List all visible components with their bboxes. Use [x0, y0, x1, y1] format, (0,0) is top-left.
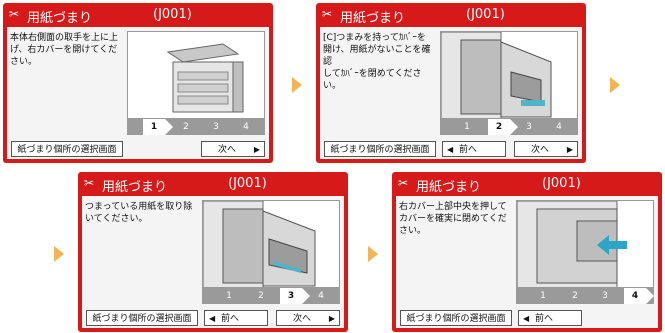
next-button[interactable]: 次へ ▶	[276, 310, 340, 326]
screen-title: 用紙づまり	[27, 11, 93, 26]
screen-body: 右カバー上部中央を押して カバーを確実に閉めてくだ さい。 1 2 3 4 紙づ…	[396, 196, 658, 328]
prev-button[interactable]: ◀ 前へ	[204, 310, 268, 326]
screen-body: つまっている用紙を取り除 いてください。 1 2 3 4 紙づまり個所の選択画面…	[82, 196, 344, 328]
instruction-text: 本体右側面の取手を上に上 げ、右カバーを開けてくだ さい。	[10, 33, 119, 67]
step-progress: 1 2 3 4	[202, 288, 340, 304]
screen-header: ✂ 用紙づまり (J001)	[316, 3, 586, 27]
error-code: (J001)	[466, 7, 505, 22]
step-progress: 1 2 3 4	[440, 119, 578, 135]
instruction-text: 右カバー上部中央を押して カバーを確実に閉めてくだ さい。	[399, 202, 507, 236]
prev-button[interactable]: ◀ 前へ	[518, 310, 582, 326]
step-progress: 1 2 3 4	[516, 288, 654, 304]
screen-title: 用紙づまり	[416, 180, 482, 195]
screen-header: ✂ 用紙づまり (J001)	[78, 172, 348, 196]
remove-paper-illustration	[202, 200, 340, 288]
instruction-text: つまっている用紙を取り除 いてください。	[85, 202, 193, 224]
next-label: 次へ	[293, 314, 312, 324]
sequence-arrow-icon	[368, 246, 378, 262]
triangle-left-icon: ◀	[447, 145, 454, 154]
triangle-left-icon: ◀	[523, 314, 530, 323]
error-code: (J001)	[153, 7, 192, 22]
sequence-arrow-icon	[54, 246, 64, 262]
step-indicator-1: 1	[143, 119, 173, 135]
jam-icon: ✂	[84, 176, 95, 190]
triangle-right-icon: ▶	[328, 314, 335, 323]
step-indicator-4: 4	[318, 291, 324, 301]
screen-title: 用紙づまり	[340, 11, 406, 26]
jam-icon: ✂	[9, 7, 20, 21]
step-indicator-1: 1	[464, 122, 470, 132]
step-indicator-2: 2	[572, 291, 578, 301]
next-button[interactable]: 次へ ▶	[514, 141, 578, 157]
triangle-left-icon: ◀	[209, 314, 216, 323]
select-jam-location-button[interactable]: 紙づまり個所の選択画面	[324, 141, 436, 157]
screen-body: 本体右側面の取手を上に上 げ、右カバーを開けてくだ さい。 1 2 3 4 紙づ…	[7, 27, 269, 159]
next-label: 次へ	[531, 145, 550, 155]
select-jam-location-button[interactable]: 紙づまり個所の選択画面	[11, 141, 123, 157]
screen-body: [C]つまみを持ってｶﾊﾞｰを 開け、用紙がないことを確認 してｶﾊﾞｰを閉めて…	[320, 27, 582, 159]
jam-screen-step3: ✂ 用紙づまり (J001) つまっている用紙を取り除 いてください。 1 2 …	[78, 172, 348, 332]
prev-button[interactable]: ◀ 前へ	[442, 141, 506, 157]
step-indicator-1: 1	[226, 291, 232, 301]
step-indicator-4: 4	[556, 122, 562, 132]
jam-icon: ✂	[398, 176, 409, 190]
step-indicator-2: 2	[183, 122, 189, 132]
screen-title: 用紙づまり	[102, 180, 168, 195]
error-code: (J001)	[542, 176, 581, 191]
select-jam-location-button[interactable]: 紙づまり個所の選択画面	[400, 310, 512, 326]
close-cover-illustration	[516, 200, 654, 288]
open-cover-illustration	[440, 31, 578, 119]
screen-header: ✂ 用紙づまり (J001)	[392, 172, 662, 196]
step-indicator-4: 4	[243, 122, 249, 132]
step-indicator-3: 3	[213, 122, 219, 132]
jam-icon: ✂	[322, 7, 333, 21]
error-code: (J001)	[228, 176, 267, 191]
step-indicator-2: 2	[488, 119, 518, 135]
triangle-right-icon: ▶	[566, 145, 573, 154]
sequence-arrow-icon	[292, 77, 302, 93]
step-indicator-3: 3	[280, 288, 310, 304]
next-button[interactable]: 次へ ▶	[201, 141, 265, 157]
sequence-arrow-icon	[610, 77, 620, 93]
instruction-text: [C]つまみを持ってｶﾊﾞｰを 開け、用紙がないことを確認 してｶﾊﾞｰを閉めて…	[323, 33, 431, 91]
step-progress: 1 2 3 4	[127, 119, 265, 135]
step-indicator-1: 1	[540, 291, 546, 301]
jam-screen-step1: ✂ 用紙づまり (J001) 本体右側面の取手を上に上 げ、右カバーを開けてくだ…	[3, 3, 273, 163]
prev-label: 前へ	[459, 145, 478, 155]
prev-label: 前へ	[221, 314, 240, 324]
screen-header: ✂ 用紙づまり (J001)	[3, 3, 273, 27]
jam-screen-step2: ✂ 用紙づまり (J001) [C]つまみを持ってｶﾊﾞｰを 開け、用紙がないこ…	[316, 3, 586, 163]
select-jam-location-button[interactable]: 紙づまり個所の選択画面	[86, 310, 198, 326]
step-indicator-2: 2	[258, 291, 264, 301]
step-indicator-3: 3	[602, 291, 608, 301]
jam-screen-step4: ✂ 用紙づまり (J001) 右カバー上部中央を押して カバーを確実に閉めてくだ…	[392, 172, 662, 332]
prev-label: 前へ	[535, 314, 554, 324]
step-indicator-3: 3	[526, 122, 532, 132]
triangle-right-icon: ▶	[253, 145, 260, 154]
next-label: 次へ	[218, 145, 237, 155]
step-indicator-4: 4	[624, 288, 654, 304]
copier-illustration	[127, 31, 265, 119]
